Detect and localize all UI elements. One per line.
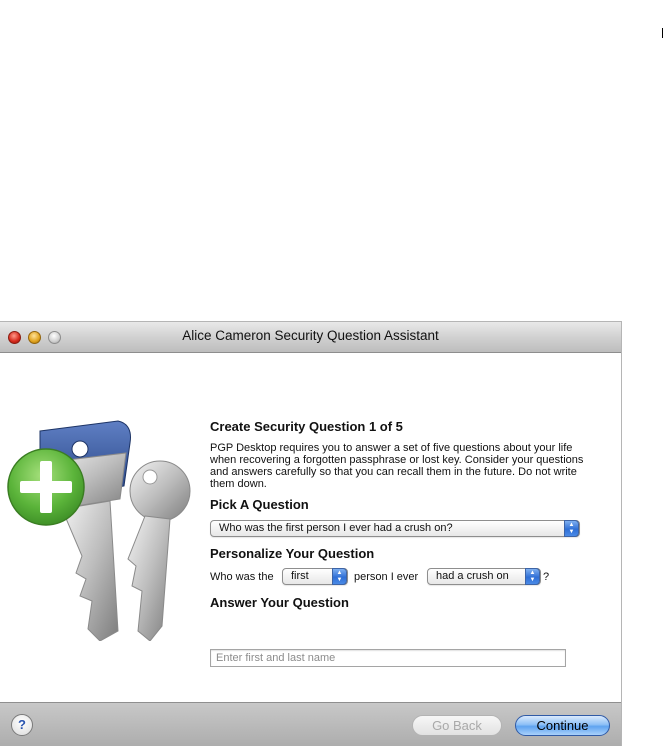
form-heading: Create Security Question 1 of 5 (210, 419, 403, 434)
assistant-content: Create Security Question 1 of 5 PGP Desk… (0, 353, 621, 702)
word1-popup-value: first (291, 570, 309, 582)
continue-button[interactable]: Continue (515, 715, 610, 736)
bottom-toolbar: ? Go Back Continue (0, 702, 621, 746)
assistant-window: Alice Cameron Security Question Assistan… (0, 322, 621, 746)
word1-popup[interactable]: first ▲ ▼ (282, 568, 348, 585)
answer-field[interactable] (210, 649, 566, 667)
answer-heading: Answer Your Question (210, 595, 349, 610)
personalize-prefix: Who was the (210, 571, 274, 583)
word2-popup[interactable]: had a crush on ▲ ▼ (427, 568, 541, 585)
question-mark-icon: ? (18, 717, 26, 732)
up-down-arrows-icon: ▲ ▼ (332, 568, 347, 585)
personalize-suffix: ? (543, 571, 550, 583)
screen-edge-mark (662, 28, 663, 38)
word2-popup-value: had a crush on (436, 570, 509, 582)
help-button[interactable]: ? (11, 714, 33, 736)
personalize-heading: Personalize Your Question (210, 546, 375, 561)
pick-question-heading: Pick A Question (210, 497, 309, 512)
question-popup[interactable]: Who was the first person I ever had a cr… (210, 520, 580, 537)
up-down-arrows-icon: ▲ ▼ (564, 520, 579, 537)
personalize-middle: person I ever (354, 571, 419, 583)
window-title: Alice Cameron Security Question Assistan… (182, 328, 439, 343)
question-popup-value: Who was the first person I ever had a cr… (219, 522, 453, 534)
form-description: PGP Desktop requires you to answer a set… (210, 442, 584, 490)
go-back-button[interactable]: Go Back (412, 715, 502, 736)
title-bar[interactable]: Alice Cameron Security Question Assistan… (0, 322, 621, 353)
up-down-arrows-icon: ▲ ▼ (525, 568, 540, 585)
keys-with-plus-icon (7, 420, 191, 641)
